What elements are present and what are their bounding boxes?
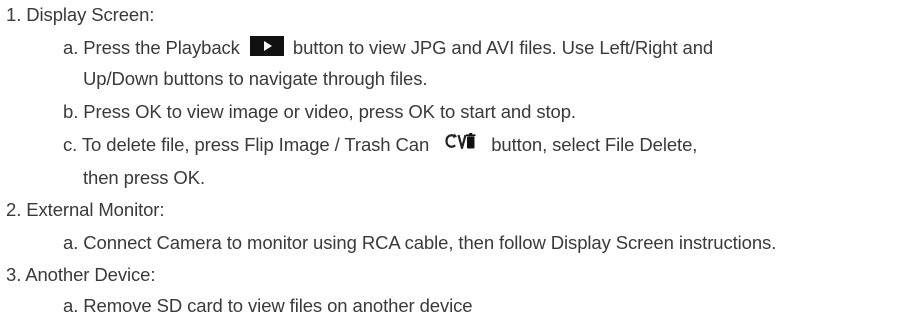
display-screen-step-a: a. Press the Playback button to view JPG… xyxy=(63,36,714,59)
step-c-text-after-icon: button, select File Delete, xyxy=(486,134,698,155)
display-screen-step-c-continued: then press OK. xyxy=(83,167,205,188)
flip-trash-icon xyxy=(444,132,478,152)
playback-icon xyxy=(249,36,284,57)
display-screen-step-a-continued: Up/Down buttons to navigate through file… xyxy=(83,68,428,89)
external-monitor-step-a: a. Connect Camera to monitor using RCA c… xyxy=(63,232,777,253)
another-device-step-a: a. Remove SD card to view files on anoth… xyxy=(63,295,473,316)
display-screen-step-b: b. Press OK to view image or video, pres… xyxy=(63,101,576,122)
heading-external-monitor: 2. External Monitor: xyxy=(6,199,165,220)
instructions-document: 1. Display Screen: a. Press the Playback… xyxy=(0,0,915,316)
heading-another-device: 3. Another Device: xyxy=(6,264,156,285)
display-screen-step-c: c. To delete file, press Flip Image / Tr… xyxy=(63,132,698,156)
heading-display-screen: 1. Display Screen: xyxy=(6,4,155,25)
step-a-text-before-icon: a. Press the Playback xyxy=(63,37,245,58)
step-a-text-after-icon: button to view JPG and AVI files. Use Le… xyxy=(287,37,714,58)
step-c-text-before-icon: c. To delete file, press Flip Image / Tr… xyxy=(63,134,435,155)
